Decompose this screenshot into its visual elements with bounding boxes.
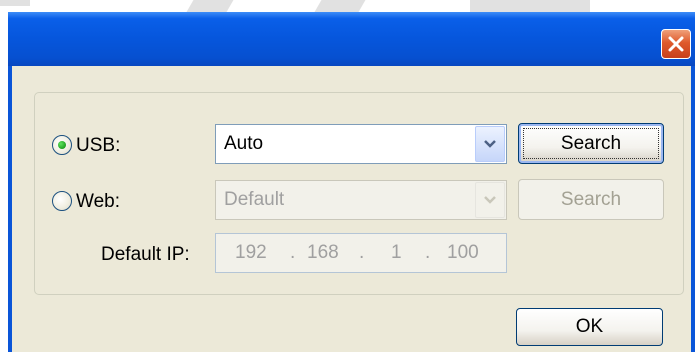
connection-groupbox: USB: Auto Search Web: Default Search Def… xyxy=(34,92,684,295)
usb-radio[interactable] xyxy=(52,135,72,155)
usb-search-button[interactable]: Search xyxy=(518,123,664,164)
web-address-combobox[interactable]: Default xyxy=(215,180,507,220)
default-ip-field[interactable]: 192 . 168 . 1 . 100 xyxy=(215,233,507,273)
web-combo-value: Default xyxy=(224,189,285,210)
ok-button[interactable]: OK xyxy=(516,308,663,346)
close-icon xyxy=(668,36,684,52)
background-stripe xyxy=(186,0,234,12)
background-stripe xyxy=(314,0,366,12)
dialog-window: USB: Auto Search Web: Default Search Def… xyxy=(8,12,695,352)
usb-combo-value: Auto xyxy=(224,133,264,154)
ip-separator: . xyxy=(425,242,431,263)
ip-octet-2: 168 xyxy=(307,242,339,263)
close-button[interactable] xyxy=(661,29,691,59)
usb-label: USB: xyxy=(76,135,121,156)
background-stripe xyxy=(470,0,590,12)
background-stripe xyxy=(0,0,30,6)
ip-octet-1: 192 xyxy=(235,242,267,263)
ip-octet-4: 100 xyxy=(447,242,479,263)
web-label: Web: xyxy=(76,191,121,212)
ip-separator: . xyxy=(359,242,365,263)
ip-separator: . xyxy=(290,242,296,263)
web-search-button[interactable]: Search xyxy=(518,179,664,220)
radio-selected-dot xyxy=(58,141,66,149)
focus-rectangle xyxy=(523,128,659,159)
default-ip-label: Default IP: xyxy=(101,244,190,265)
title-bar xyxy=(8,12,695,66)
usb-combo-dropdown-button[interactable] xyxy=(475,126,505,162)
usb-port-combobox[interactable]: Auto xyxy=(215,124,507,164)
ip-octet-3: 1 xyxy=(391,242,402,263)
dialog-body: USB: Auto Search Web: Default Search Def… xyxy=(12,66,691,352)
chevron-down-icon xyxy=(484,196,496,204)
web-radio[interactable] xyxy=(52,191,72,211)
web-search-label: Search xyxy=(560,188,622,210)
web-combo-dropdown-button[interactable] xyxy=(475,182,505,218)
ok-label: OK xyxy=(575,316,604,337)
chevron-down-icon xyxy=(484,140,496,148)
